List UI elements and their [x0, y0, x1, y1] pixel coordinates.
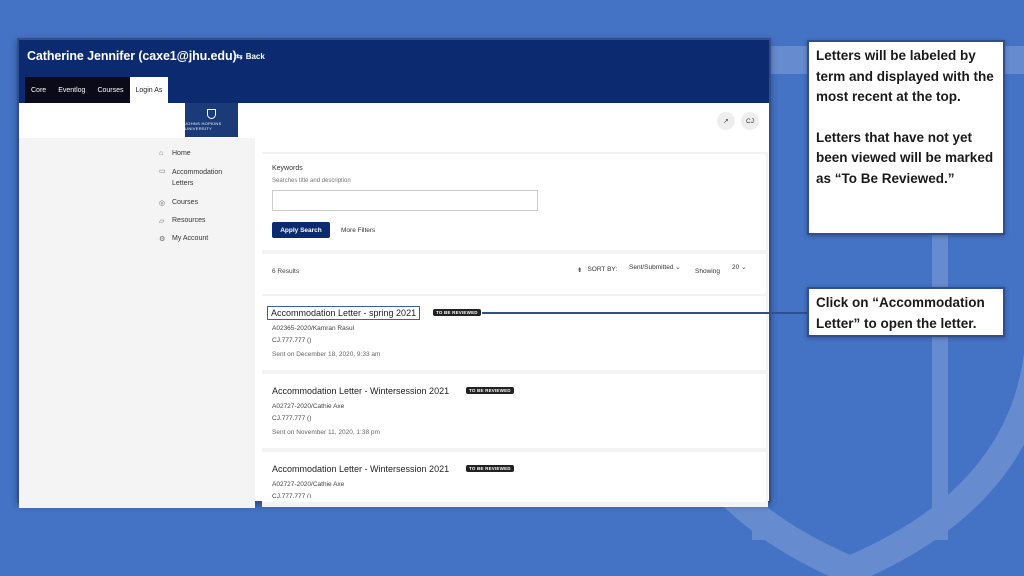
letter-icon: ▭ — [159, 168, 166, 175]
sidebar-item-accommodation-letters[interactable]: ▭ Accommodation Letters — [159, 167, 232, 189]
gear-icon: ⚙ — [159, 236, 166, 243]
more-filters-button[interactable]: More Filters — [341, 227, 375, 234]
showing-select[interactable]: 20 ⌄ — [732, 263, 747, 271]
letter-course: CJ.777.777 () — [272, 415, 312, 422]
sidebar-item-home[interactable]: ⌂ Home — [159, 150, 232, 157]
letter-id: A02727-2020/Cathie Axe — [272, 481, 345, 488]
results-count: 6 Results — [272, 268, 300, 275]
sidebar-nav: ⌂ Home ▭ Accommodation Letters ◎ Courses… — [159, 150, 232, 253]
crest-icon — [207, 109, 216, 119]
sidebar-item-label: Home — [172, 150, 191, 157]
note-text: Letters that have not yet been viewed wi… — [816, 129, 994, 186]
keywords-input[interactable] — [272, 190, 538, 211]
courses-icon: ◎ — [159, 200, 166, 207]
letter-id: A02365-2020/Kamran Rasul — [272, 325, 355, 332]
letter-sent: Sent on December 18, 2020, 9:33 am — [272, 351, 381, 358]
sort-select[interactable]: Sent/Submitted ⌄ — [629, 263, 681, 271]
sidebar-item-label: My Account — [172, 235, 209, 242]
sort-icon: ⇟ — [577, 267, 583, 274]
callout-note-bottom: Click on “Accommodation Letter” to open … — [807, 287, 1005, 337]
sort-value: Sent/Submitted — [629, 264, 674, 271]
results-header-card — [262, 254, 766, 294]
list-item — [262, 452, 766, 502]
status-badge: TO BE REVIEWED — [433, 309, 481, 316]
letter-title-link[interactable]: Accommodation Letter - Wintersession 202… — [272, 464, 449, 474]
sort-by: ⇟ SORT BY: — [577, 266, 617, 274]
letter-title-link[interactable]: Accommodation Letter - Wintersession 202… — [272, 386, 449, 396]
external-link-icon[interactable]: ↗ — [717, 112, 735, 130]
chevron-down-icon: ⌄ — [741, 264, 747, 271]
sort-by-label: SORT BY: — [587, 266, 618, 273]
showing-label: Showing — [695, 268, 720, 275]
university-logo[interactable]: JOHNS HOPKINS UNIVERSITY — [185, 103, 238, 137]
sidebar-item-label: Accommodation Letters — [172, 169, 223, 187]
apply-search-button[interactable]: Apply Search — [272, 222, 330, 238]
letter-id: A02727-2020/Cathie Axe — [272, 403, 345, 410]
keywords-sublabel: Searches title and description — [272, 178, 351, 184]
status-badge: TO BE REVIEWED — [466, 387, 514, 394]
sidebar-item-resources[interactable]: ▱ Resources — [159, 217, 232, 225]
letter-course: CJ.777.777 () — [272, 337, 312, 344]
sidebar-item-label: Courses — [172, 199, 199, 206]
letter-sent: Sent on November 11, 2020, 1:38 pm — [272, 429, 380, 436]
avatar[interactable]: CJ — [741, 112, 759, 130]
chevron-down-icon: ⌄ — [675, 264, 681, 271]
keywords-label: Keywords — [272, 165, 303, 172]
status-badge: TO BE REVIEWED — [466, 465, 514, 472]
letter-course: CJ.777.777 () — [272, 493, 312, 498]
note-text: Letters will be labeled by term and disp… — [816, 48, 994, 104]
home-icon: ⌂ — [159, 150, 164, 157]
sidebar-item-my-account[interactable]: ⚙ My Account — [159, 235, 232, 243]
letter-title-link[interactable]: Accommodation Letter - spring 2021 — [267, 306, 421, 320]
folder-icon: ▱ — [159, 218, 165, 225]
callout-note-top: Letters will be labeled by term and disp… — [807, 40, 1005, 235]
showing-value: 20 — [732, 264, 740, 271]
sidebar-item-courses[interactable]: ◎ Courses — [159, 199, 232, 207]
logo-text: JOHNS HOPKINS UNIVERSITY — [185, 121, 222, 131]
sidebar-item-label: Resources — [172, 217, 206, 224]
callout-connector — [482, 312, 808, 314]
